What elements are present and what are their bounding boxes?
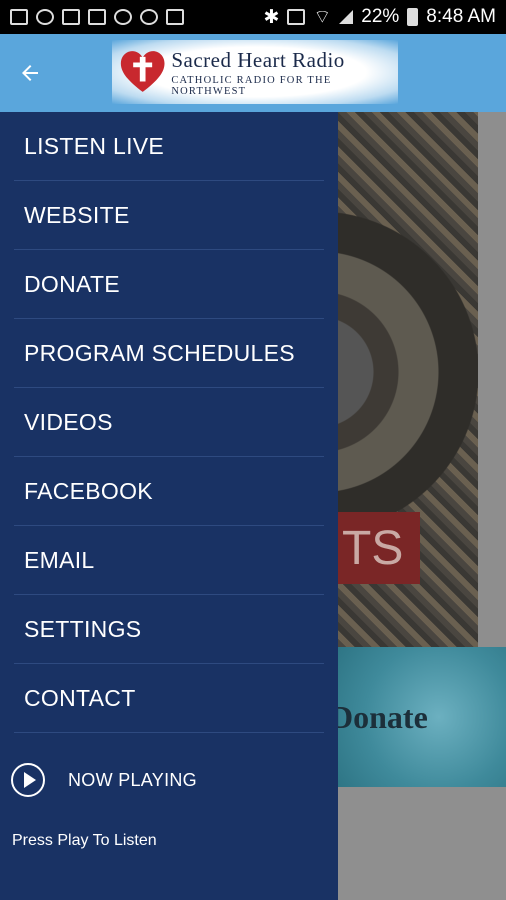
- app-logo: Sacred Heart Radio Catholic Radio For Th…: [112, 40, 398, 104]
- donate-banner[interactable]: Donate: [330, 647, 506, 787]
- menu-item-videos[interactable]: VIDEOS: [0, 388, 338, 457]
- featured-banner: TS: [338, 512, 420, 584]
- menu-item-facebook[interactable]: FACEBOOK: [0, 457, 338, 526]
- bluetooth-icon: ✱: [263, 6, 280, 28]
- now-playing-label: NOW PLAYING: [68, 769, 197, 790]
- battery-icon: [407, 8, 419, 26]
- message-icon: [166, 9, 184, 25]
- navigation-drawer: LISTEN LIVE WEBSITE DONATE PROGRAM SCHED…: [0, 112, 338, 900]
- donate-banner-text: Donate: [330, 698, 428, 735]
- heart-cross-icon: [120, 51, 165, 92]
- logo-title: Sacred Heart Radio: [171, 47, 345, 72]
- background-content: TS Donate: [330, 112, 506, 900]
- now-playing-button[interactable]: NOW PLAYING: [0, 752, 338, 808]
- status-bar: ✱ ⌔ 22% 8:48 AM: [0, 0, 506, 34]
- content-edge: [478, 112, 506, 647]
- system-status: ✱ ⌔ 22% 8:48 AM: [263, 5, 496, 29]
- back-button[interactable]: [0, 34, 60, 112]
- menu-item-listen-live[interactable]: LISTEN LIVE: [0, 112, 338, 181]
- missed-call-icon: [36, 9, 54, 25]
- menu-item-contact[interactable]: CONTACT: [0, 664, 338, 733]
- volume-icon: [114, 9, 132, 25]
- menu-item-email[interactable]: EMAIL: [0, 526, 338, 595]
- play-icon: [11, 763, 45, 797]
- menu-item-settings[interactable]: SETTINGS: [0, 595, 338, 664]
- arrow-left-icon: [22, 65, 38, 81]
- now-playing-status: Press Play To Listen: [12, 832, 157, 849]
- call-icon: [140, 9, 158, 25]
- app-header: Sacred Heart Radio Catholic Radio For Th…: [0, 34, 506, 112]
- signal-icon: [339, 10, 354, 24]
- nfc-icon: [287, 9, 306, 25]
- image-icon: [88, 9, 106, 25]
- battery-percent: 22%: [361, 6, 400, 27]
- logo-subtitle: Catholic Radio For The Northwest: [171, 74, 332, 97]
- notification-icons: [10, 9, 184, 25]
- wifi-icon: ⌔: [313, 7, 332, 28]
- menu-item-donate[interactable]: DONATE: [0, 250, 338, 319]
- mail-icon: [62, 9, 80, 25]
- facebook-notification-icon: [10, 9, 28, 25]
- background-lower: [338, 787, 506, 900]
- menu-item-program-schedules[interactable]: PROGRAM SCHEDULES: [0, 319, 338, 388]
- clock: 8:48 AM: [426, 6, 496, 27]
- drawer-menu: LISTEN LIVE WEBSITE DONATE PROGRAM SCHED…: [0, 112, 338, 733]
- menu-item-website[interactable]: WEBSITE: [0, 181, 338, 250]
